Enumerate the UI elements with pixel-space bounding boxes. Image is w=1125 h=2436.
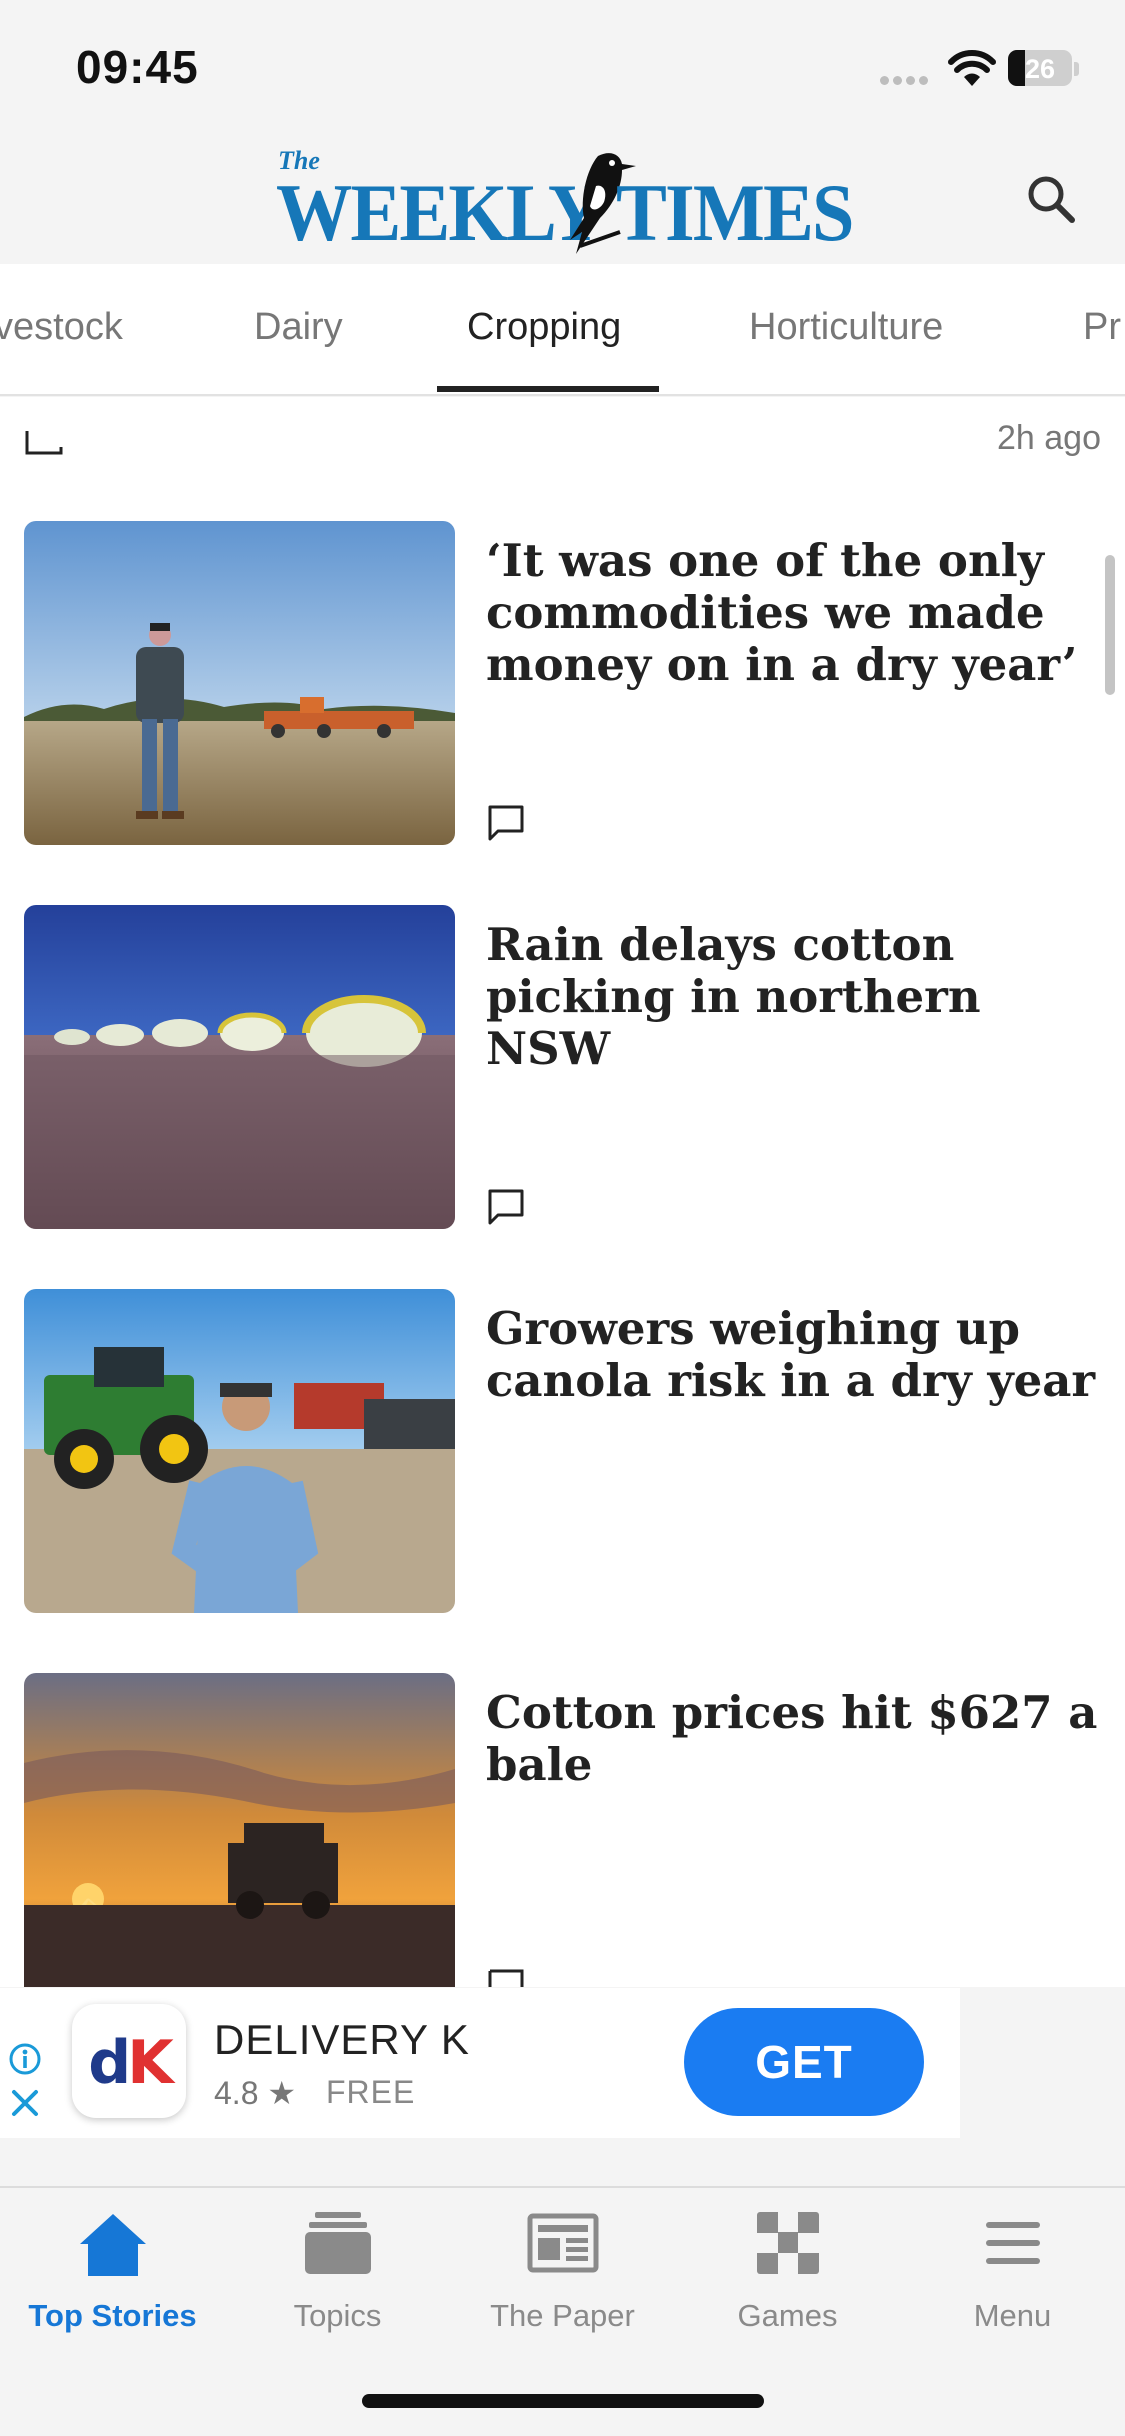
article-headline[interactable]: Cotton prices hit $627 a bale [486,1687,1106,1791]
article-thumbnail[interactable] [24,905,455,1229]
home-icon [79,2214,146,2276]
scrollbar[interactable] [1105,555,1115,695]
wifi-icon [948,50,996,86]
nav-the-paper[interactable]: The Paper [450,2206,675,2346]
tab-livestock[interactable]: vestock [0,306,123,349]
logo-times: TIMES [616,167,854,258]
nav-top-stories[interactable]: Top Stories [0,2206,225,2346]
nav-label: Menu [973,2298,1052,2333]
masthead-logo[interactable]: The WEEKLY TIMES [276,142,854,258]
checker-icon [756,2212,819,2274]
comment-icon[interactable] [486,803,526,843]
article-thumbnail[interactable] [24,1289,455,1613]
app-icon-letter-d: d [88,2028,131,2098]
ad-rating: 4.8 ★ [214,2075,297,2111]
article-card[interactable]: Growers weighing up canola risk in a dry… [0,1289,1125,1619]
timestamp: 2h ago [997,419,1101,457]
nav-label: Topics [293,2298,382,2333]
ad-margin [960,1988,1125,2138]
nav-topics[interactable]: Topics [225,2206,450,2346]
article-thumbnail[interactable] [24,521,455,845]
battery-icon: 26 [1008,50,1072,86]
article-headline[interactable]: ‘It was one of the only commodities we m… [486,535,1106,691]
home-indicator[interactable] [362,2394,764,2408]
battery-cap [1074,62,1079,76]
ad-banner[interactable]: dK DELIVERY K 4.8 ★ FREE GET [0,1988,960,2138]
logo-weekly: WEEKLY [276,167,603,258]
nav-label: Games [737,2298,838,2333]
section-tabs: vestock Dairy Cropping Horticulture Pr [0,264,1125,396]
article-headline[interactable]: Rain delays cotton picking in northern N… [486,919,1106,1075]
ad-get-button[interactable]: GET [684,2008,924,2116]
app-icon-letter-k: K [127,2028,173,2098]
nav-games[interactable]: Games [675,2206,900,2346]
article-thumbnail[interactable] [24,1673,455,1987]
article-headline[interactable]: Growers weighing up canola risk in a dry… [486,1303,1106,1407]
article-card[interactable]: Cotton prices hit $627 a bale [0,1673,1125,1987]
tab-horticulture[interactable]: Horticulture [749,306,943,349]
comment-icon[interactable] [24,427,64,457]
nav-label: The Paper [490,2298,635,2333]
ad-price: FREE [326,2074,416,2110]
status-time: 09:45 [76,41,199,93]
article-card[interactable]: Rain delays cotton picking in northern N… [0,905,1125,1235]
app-header: The WEEKLY TIMES [0,132,1125,264]
ad-app-name: DELIVERY K [214,2016,470,2063]
stack-icon [304,2212,371,2274]
tab-dairy[interactable]: Dairy [254,306,343,349]
comment-icon[interactable] [486,1967,526,1987]
ad-app-icon[interactable]: dK [72,2004,186,2118]
search-icon[interactable] [1022,170,1082,230]
close-icon[interactable] [10,2088,40,2118]
article-card[interactable]: ‘It was one of the only commodities we m… [0,521,1125,851]
battery-percent: 26 [1024,54,1056,84]
tab-pr[interactable]: Pr [1083,306,1121,349]
tab-cropping[interactable]: Cropping [467,306,621,349]
status-bar: 09:45 26 [0,0,1125,132]
article-feed[interactable]: 2h ago ‘It was one of the only commoditi… [0,397,1125,1987]
nav-menu[interactable]: Menu [900,2206,1125,2346]
hamburger-icon [985,2222,1040,2264]
comment-icon[interactable] [486,1187,526,1227]
info-icon[interactable] [8,2042,42,2076]
nav-label: Top Stories [28,2298,197,2333]
cellular-signal-icon [880,72,934,85]
newspaper-icon [527,2213,598,2273]
active-tab-indicator [437,386,659,392]
